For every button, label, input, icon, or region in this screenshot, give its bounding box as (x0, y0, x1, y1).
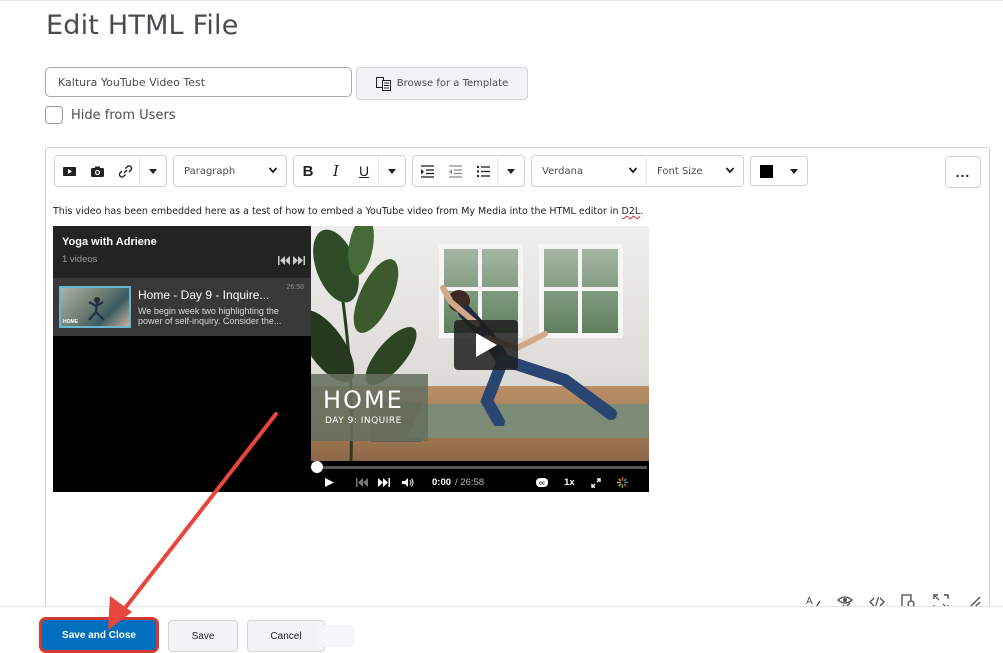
camera-icon (90, 166, 104, 177)
text-style-more-dropdown[interactable] (378, 157, 405, 185)
yoga-figure-thumb-icon (88, 297, 105, 321)
caret-down-icon (388, 168, 396, 174)
current-time: 0:00 (432, 477, 452, 488)
font-size-value: Font Size (657, 165, 703, 177)
more-options-button[interactable]: ... (945, 156, 981, 188)
previous-icon[interactable] (356, 478, 368, 487)
page-title: Edit HTML File (46, 10, 239, 41)
volume-icon[interactable] (402, 478, 414, 487)
progress-bar[interactable] (317, 466, 647, 469)
insert-image-button[interactable] (83, 157, 111, 185)
bold-button[interactable]: B (294, 157, 322, 185)
progress-knob[interactable] (311, 461, 323, 473)
video-title-overlay: HOME DAY 9: INQUIRE (311, 374, 428, 441)
playlist-header: Yoga with Adriene 1 videos (53, 226, 311, 278)
outdent-button[interactable] (441, 157, 469, 185)
cancel-button[interactable]: Cancel (247, 620, 325, 652)
html-editor: Paragraph B I U Verdana Font Size ... Th… (45, 147, 990, 619)
overlay-title: HOME (323, 386, 404, 414)
link-icon (118, 164, 132, 178)
play-overlay-button[interactable] (454, 320, 518, 370)
browse-template-button[interactable]: Browse for a Template (356, 67, 528, 100)
font-size-select[interactable]: Font Size (647, 157, 743, 185)
indent-button[interactable] (413, 157, 441, 185)
svg-text:cc: cc (539, 481, 545, 487)
player-controls: 0:00 / 26:58 cc 1x (311, 473, 649, 492)
playlist-item-title: Home - Day 9 - Inquire... (138, 288, 270, 302)
playlist-nav (278, 256, 305, 265)
playlist-item-duration: 26:58 (286, 284, 304, 291)
bullet-list-icon (476, 165, 490, 177)
playlist-count: 1 videos (62, 254, 98, 265)
hide-from-users-label: Hide from Users (71, 107, 176, 123)
alignment-more-dropdown[interactable] (497, 157, 524, 185)
block-format-select[interactable]: Paragraph (173, 155, 287, 187)
editor-toolbar: Paragraph B I U Verdana Font Size (54, 155, 808, 187)
top-divider (0, 0, 1003, 5)
hide-from-users-row: Hide from Users (45, 106, 176, 124)
chevron-down-icon (268, 165, 278, 178)
play-icon[interactable] (325, 478, 334, 487)
playlist-title: Yoga with Adriene (62, 236, 157, 248)
thumbnail-label: HOME (63, 319, 78, 325)
save-button[interactable]: Save (168, 620, 238, 652)
playback-speed[interactable]: 1x (564, 477, 575, 488)
block-format-value: Paragraph (184, 165, 236, 177)
hide-from-users-checkbox[interactable] (45, 106, 63, 124)
body-text-link: D2L (621, 206, 641, 217)
insert-more-dropdown[interactable] (139, 157, 166, 185)
overlay-subtitle: DAY 9: INQUIRE (325, 416, 402, 426)
play-icon (476, 333, 497, 357)
caret-down-icon (149, 168, 157, 174)
insert-video-button[interactable] (55, 157, 83, 185)
body-text-main: This video has been embedded here as a t… (53, 206, 622, 217)
video-thumbnail: HOME (59, 286, 131, 328)
title-input[interactable] (45, 67, 352, 97)
previous-icon[interactable] (278, 256, 290, 265)
video-frame: HOME DAY 9: INQUIRE (311, 226, 649, 461)
font-family-value: Verdana (542, 165, 584, 177)
playlist-item-description: We begin week two highlighting the power… (138, 306, 282, 326)
kaltura-logo-icon (616, 477, 628, 488)
body-text-end: . (640, 206, 644, 217)
text-color-swatch (760, 164, 773, 178)
save-and-close-button[interactable]: Save and Close (42, 620, 156, 650)
alignment-group (412, 155, 525, 187)
list-button[interactable] (469, 157, 497, 185)
fullscreen-icon[interactable] (590, 477, 601, 488)
playlist-item[interactable]: HOME Home - Day 9 - Inquire... We begin … (53, 278, 311, 336)
total-time: / 26:58 (455, 477, 485, 488)
text-style-group: B I U (293, 155, 406, 187)
next-icon[interactable] (293, 256, 305, 265)
template-icon (375, 76, 391, 91)
editor-body-text[interactable]: This video has been embedded here as a t… (53, 206, 643, 217)
video-icon (62, 166, 76, 176)
ghost-button (318, 625, 354, 647)
browse-template-label: Browse for a Template (396, 78, 509, 89)
insert-link-button[interactable] (111, 157, 139, 185)
video-player[interactable]: HOME DAY 9: INQUIRE 0:00 / 26:58 cc 1x (311, 226, 649, 492)
playlist-panel: Yoga with Adriene 1 videos HOME Home - D… (53, 226, 311, 492)
youtube-embed[interactable]: Yoga with Adriene 1 videos HOME Home - D… (53, 226, 649, 492)
chevron-down-icon (628, 165, 638, 178)
underline-button[interactable]: U (350, 157, 378, 185)
captions-icon[interactable]: cc (536, 478, 549, 487)
italic-button[interactable]: I (322, 157, 350, 185)
outdent-icon (448, 164, 462, 178)
indent-icon (420, 164, 434, 178)
text-color-picker[interactable] (750, 156, 808, 186)
next-icon[interactable] (378, 478, 390, 487)
caret-down-icon (507, 168, 515, 174)
font-group: Verdana Font Size (531, 155, 744, 187)
chevron-down-icon (725, 165, 735, 178)
caret-down-icon (790, 168, 798, 174)
insert-group (54, 155, 167, 187)
font-family-select[interactable]: Verdana (532, 157, 647, 185)
